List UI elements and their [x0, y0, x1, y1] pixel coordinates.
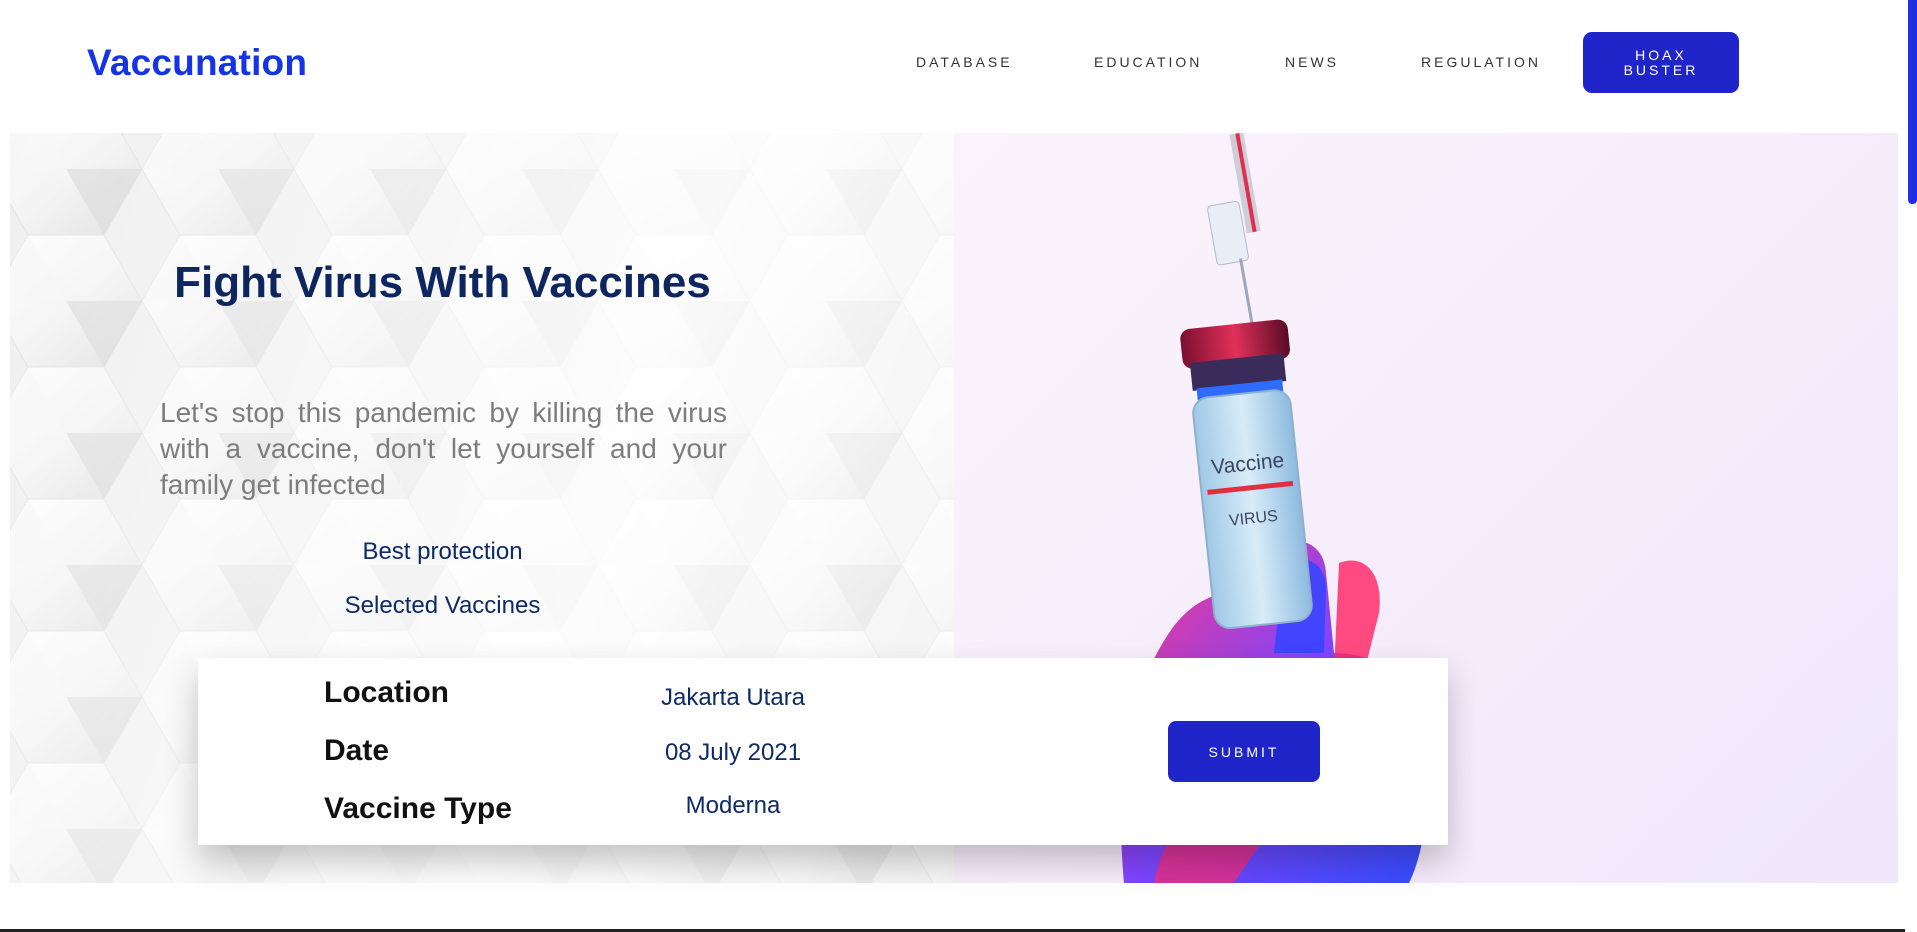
location-value[interactable]: Jakarta Utara [583, 684, 883, 712]
date-value[interactable]: 08 July 2021 [583, 739, 883, 767]
date-label: Date [324, 734, 390, 767]
feature-best-protection: Best protection [362, 538, 523, 565]
submit-button[interactable]: SUBMIT [1168, 721, 1320, 782]
nav-regulation[interactable]: REGULATION [1421, 54, 1541, 70]
vaccine-type-value[interactable]: Moderna [583, 792, 883, 820]
location-label: Location [324, 676, 449, 709]
scrollbar-thumb[interactable] [1908, 0, 1917, 204]
nav-news[interactable]: NEWS [1285, 54, 1339, 70]
hoax-buster-button[interactable]: HOAX BUSTER [1583, 32, 1739, 93]
hero-description: Let's stop this pandemic by killing the … [160, 397, 727, 500]
nav-database[interactable]: DATABASE [916, 54, 1013, 70]
hero-title: Fight Virus With Vaccines [174, 258, 711, 307]
nav-education[interactable]: EDUCATION [1094, 54, 1202, 70]
feature-selected-vaccines: Selected Vaccines [344, 592, 541, 619]
hoax-buster-line2: BUSTER [1623, 61, 1699, 78]
vaccine-type-label: Vaccine Type [324, 792, 512, 825]
vaccination-booking-card: Location Jakarta Utara Date 08 July 2021… [198, 658, 1448, 845]
hoax-buster-line1: HOAX [1635, 46, 1687, 63]
page: Vaccunation DATABASE EDUCATION NEWS REGU… [0, 0, 1917, 932]
